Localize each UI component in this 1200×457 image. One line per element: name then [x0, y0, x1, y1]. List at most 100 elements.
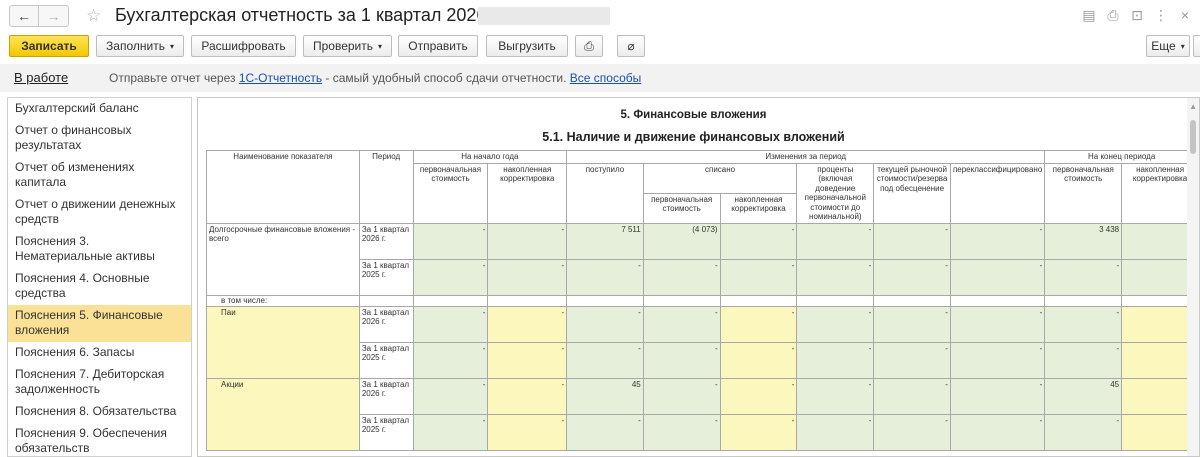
printer-icon: ⎙	[584, 39, 594, 53]
scroll-up-icon[interactable]: ▲	[1189, 102, 1197, 111]
paperclip-icon: ⌀	[627, 39, 635, 53]
value-cell[interactable]: -	[412, 305, 489, 343]
value-cell[interactable]: -	[566, 413, 644, 451]
vertical-scrollbar[interactable]: ▲	[1187, 98, 1199, 456]
value-cell[interactable]: -	[487, 222, 568, 260]
value-cell[interactable]: -	[796, 258, 875, 296]
header-start-initial-cost: первоначальная стоимость	[412, 162, 489, 224]
value-cell[interactable]: -	[796, 377, 875, 415]
sidebar-item-cash-flow[interactable]: Отчет о движении денежных средств	[8, 194, 191, 231]
value-cell[interactable]: -	[949, 341, 1046, 379]
value-cell[interactable]: -	[949, 222, 1046, 260]
value-cell[interactable]: -	[487, 258, 568, 296]
value-cell[interactable]: -	[642, 413, 721, 451]
sidebar-item-financial-investments[interactable]: Пояснения 5. Финансовые вложения	[8, 305, 191, 342]
value-cell[interactable]: -	[719, 377, 798, 415]
value-cell[interactable]: -	[412, 222, 489, 260]
upload-button[interactable]: Выгрузить	[486, 35, 568, 57]
value-cell[interactable]: -	[949, 413, 1046, 451]
value-cell[interactable]: -	[566, 258, 644, 296]
more-button[interactable]: Еще ▾	[1146, 35, 1190, 57]
back-button[interactable]: ←	[9, 5, 39, 27]
value-cell[interactable]: -	[719, 258, 798, 296]
value-cell[interactable]: 45	[1044, 377, 1123, 415]
status-link[interactable]: В работе	[14, 70, 68, 85]
value-cell[interactable]: (4 073)	[642, 222, 721, 260]
value-cell[interactable]: -	[873, 377, 951, 415]
sidebar-item-fixed-assets[interactable]: Пояснения 4. Основные средства	[8, 268, 191, 305]
help-button[interactable]: ?	[1193, 35, 1200, 57]
value-cell[interactable]: -	[566, 305, 644, 343]
write-button[interactable]: Записать	[9, 35, 89, 57]
value-cell[interactable]: -	[1044, 341, 1123, 379]
header-received: поступило	[566, 162, 644, 224]
value-cell[interactable]: -	[796, 413, 875, 451]
period-cell: За 1 квартал 2025 г.	[358, 258, 414, 296]
sidebar-item-capital-changes[interactable]: Отчет об изменениях капитала	[8, 157, 191, 194]
sidebar-item-receivables[interactable]: Пояснения 7. Дебиторская задолженность	[8, 364, 191, 401]
value-cell[interactable]: -	[412, 377, 489, 415]
value-cell[interactable]: -	[642, 377, 721, 415]
sidebar-item-inventory[interactable]: Пояснения 6. Запасы	[8, 342, 191, 364]
value-cell[interactable]: -	[487, 377, 568, 415]
value-cell[interactable]: -	[566, 341, 644, 379]
print-icon[interactable]: ⎙	[1106, 7, 1120, 24]
value-cell[interactable]: -	[642, 341, 721, 379]
value-cell[interactable]: 45	[566, 377, 644, 415]
scrollbar-thumb[interactable]	[1190, 120, 1196, 154]
value-cell[interactable]: -	[642, 305, 721, 343]
value-cell[interactable]: -	[412, 258, 489, 296]
value-cell[interactable]: -	[873, 222, 951, 260]
value-cell[interactable]: -	[873, 258, 951, 296]
value-cell[interactable]: -	[796, 341, 875, 379]
value-cell[interactable]: -	[412, 341, 489, 379]
value-cell[interactable]: -	[873, 413, 951, 451]
link-1c-reporting[interactable]: 1С-Отчетность	[239, 71, 322, 85]
value-cell[interactable]: -	[487, 305, 568, 343]
link-all-methods[interactable]: Все способы	[570, 71, 642, 85]
table-cell-empty	[358, 294, 414, 307]
value-cell[interactable]: -	[719, 341, 798, 379]
send-button[interactable]: Отправить	[398, 35, 478, 57]
value-cell[interactable]: -	[1044, 305, 1123, 343]
preview-icon[interactable]: ⊡	[1130, 7, 1144, 24]
close-icon[interactable]: ×	[1178, 7, 1192, 24]
value-cell[interactable]: -	[487, 341, 568, 379]
value-cell[interactable]: -	[796, 305, 875, 343]
value-cell[interactable]: -	[719, 305, 798, 343]
fill-button[interactable]: Заполнить ▾	[96, 35, 184, 57]
sidebar-item-financial-results[interactable]: Отчет о финансовых результатах	[8, 120, 191, 157]
value-cell[interactable]: -	[796, 222, 875, 260]
subsection-title: 5.1. Наличие и движение финансовых вложе…	[542, 130, 845, 144]
sidebar-item-balance[interactable]: Бухгалтерский баланс	[8, 98, 191, 120]
value-cell[interactable]: -	[1044, 413, 1123, 451]
sidebar-item-obligations-security[interactable]: Пояснения 9. Обеспечения обязательств	[8, 423, 191, 456]
value-cell[interactable]: -	[719, 413, 798, 451]
sidebar-item-liabilities[interactable]: Пояснения 8. Обязательства	[8, 401, 191, 423]
more-menu-icon[interactable]: ⋮	[1154, 7, 1168, 24]
value-cell[interactable]: -	[1044, 258, 1123, 296]
investments-table: Наименование показателя Период На начало…	[206, 150, 1199, 451]
period-cell: За 1 квартал 2026 г.	[358, 222, 414, 260]
check-button[interactable]: Проверить ▾	[303, 35, 392, 57]
attach-button[interactable]: ⌀	[617, 35, 645, 57]
forward-button[interactable]: →	[39, 5, 69, 27]
value-cell[interactable]: -	[949, 305, 1046, 343]
value-cell[interactable]: -	[642, 258, 721, 296]
value-cell[interactable]: -	[949, 258, 1046, 296]
value-cell[interactable]: 7 511	[566, 222, 644, 260]
decode-button[interactable]: Расшифровать	[191, 35, 296, 57]
value-cell[interactable]: -	[412, 413, 489, 451]
table-cell-empty	[566, 294, 644, 307]
table-row-in-that-number: в том числе:	[206, 294, 1199, 307]
value-cell[interactable]: 3 438	[1044, 222, 1123, 260]
print-button[interactable]: ⎙	[575, 35, 603, 57]
value-cell[interactable]: -	[873, 305, 951, 343]
sidebar-item-intangible-assets[interactable]: Пояснения 3. Нематериальные активы	[8, 231, 191, 268]
value-cell[interactable]: -	[719, 222, 798, 260]
save-icon[interactable]: ▤	[1082, 7, 1096, 24]
value-cell[interactable]: -	[873, 341, 951, 379]
value-cell[interactable]: -	[949, 377, 1046, 415]
favorite-star-icon[interactable]: ☆	[86, 6, 101, 26]
value-cell[interactable]: -	[487, 413, 568, 451]
